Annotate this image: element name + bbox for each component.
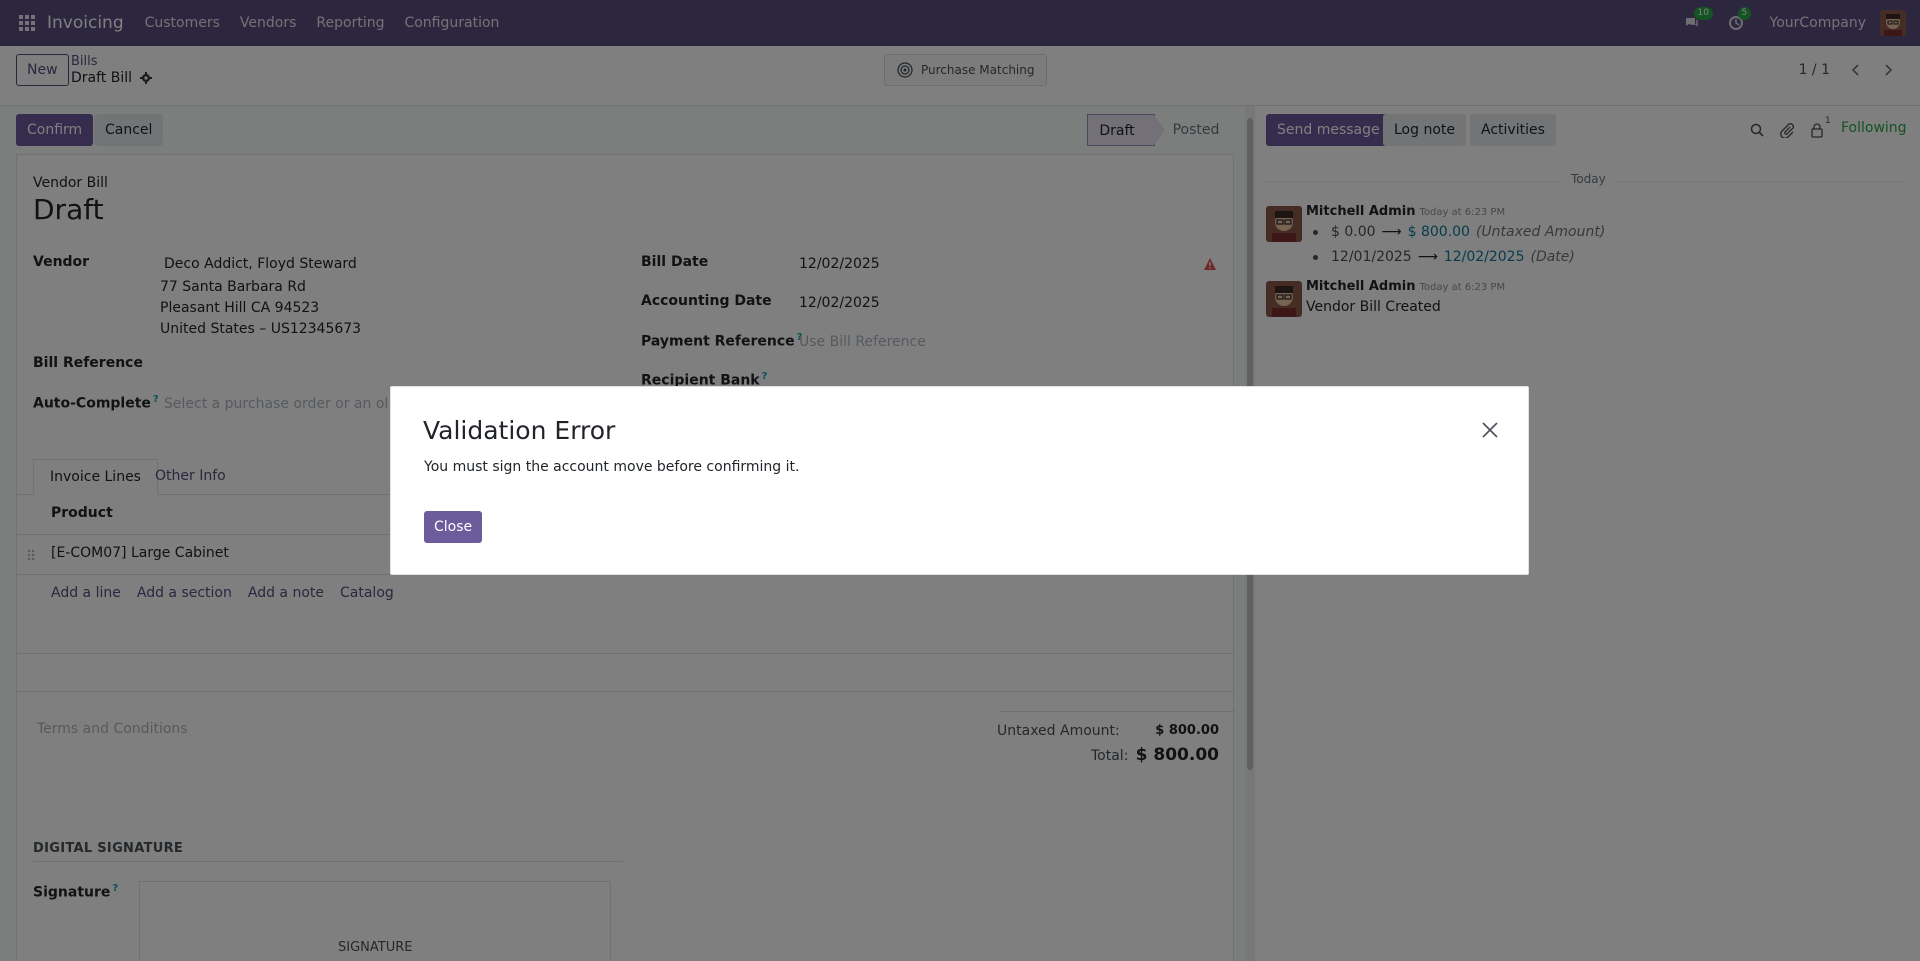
dialog-title: Validation Error: [423, 416, 616, 445]
validation-error-dialog: Validation Error You must sign the accou…: [390, 386, 1529, 575]
dialog-message: You must sign the account move before co…: [424, 459, 800, 475]
close-button[interactable]: Close: [424, 511, 483, 543]
close-icon[interactable]: [1481, 421, 1499, 439]
